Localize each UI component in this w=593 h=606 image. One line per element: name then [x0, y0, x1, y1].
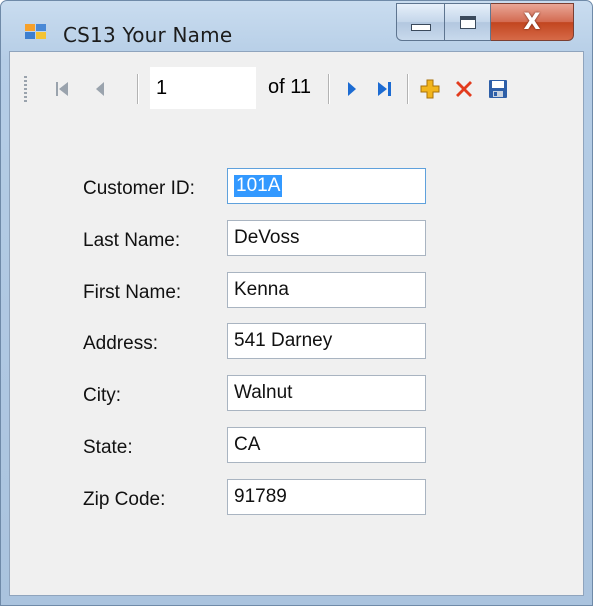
move-first-button[interactable]: [50, 74, 74, 104]
customer-id-field[interactable]: 101A: [227, 168, 426, 204]
address-label: Address:: [83, 333, 158, 354]
position-input[interactable]: [150, 67, 256, 109]
move-first-icon: [56, 82, 68, 96]
close-icon: X: [523, 9, 541, 35]
last-name-label: Last Name:: [83, 230, 181, 251]
last-name-value: DeVoss: [234, 227, 300, 248]
save-icon: [489, 80, 507, 98]
delete-icon: [456, 81, 472, 97]
move-previous-button[interactable]: [88, 74, 112, 104]
zip-code-label: Zip Code:: [83, 489, 166, 510]
toolbar-grip[interactable]: [24, 76, 27, 104]
add-new-button[interactable]: [416, 74, 444, 104]
count-label: of 11: [268, 76, 311, 98]
address-field[interactable]: 541 Darney: [227, 323, 426, 359]
title-bar[interactable]: CS13 Your Name X: [1, 1, 592, 51]
application-window: CS13 Your Name X 1 of 11 Customer ID: 10…: [0, 0, 593, 606]
customer-id-label: Customer ID:: [83, 178, 195, 199]
first-name-field[interactable]: Kenna: [227, 272, 426, 308]
caption-buttons: X: [396, 3, 574, 41]
city-label: City:: [83, 385, 121, 406]
app-icon[interactable]: [25, 24, 47, 40]
last-name-field[interactable]: DeVoss: [227, 220, 426, 256]
toolbar-separator: [328, 74, 330, 104]
close-button[interactable]: X: [491, 3, 574, 41]
move-next-button[interactable]: [340, 74, 364, 104]
city-value: Walnut: [234, 382, 293, 403]
move-last-icon: [378, 82, 391, 96]
zip-code-field[interactable]: 91789: [227, 479, 426, 515]
form-client-area: of 11: [9, 51, 584, 596]
minimize-button[interactable]: [396, 3, 445, 41]
city-field[interactable]: Walnut: [227, 375, 426, 411]
window-title: CS13 Your Name: [63, 23, 233, 47]
toolbar-separator: [407, 74, 409, 104]
move-previous-icon: [96, 82, 104, 96]
address-value: 541 Darney: [234, 330, 333, 351]
state-label: State:: [83, 437, 133, 458]
maximize-button[interactable]: [445, 3, 491, 41]
maximize-icon: [459, 15, 476, 29]
first-name-label: First Name:: [83, 282, 182, 303]
zip-code-value: 91789: [234, 486, 287, 507]
toolbar-separator: [137, 74, 139, 104]
state-value: CA: [234, 434, 261, 455]
customer-id-value: 101A: [234, 175, 283, 197]
move-next-icon: [348, 82, 356, 96]
first-name-value: Kenna: [234, 279, 289, 300]
add-new-icon: [420, 79, 440, 99]
binding-navigator-toolbar: of 11: [10, 52, 583, 114]
move-last-button[interactable]: [372, 74, 398, 104]
delete-button[interactable]: [450, 74, 478, 104]
save-button[interactable]: [484, 74, 512, 104]
minimize-icon: [410, 23, 431, 31]
state-field[interactable]: CA: [227, 427, 426, 463]
